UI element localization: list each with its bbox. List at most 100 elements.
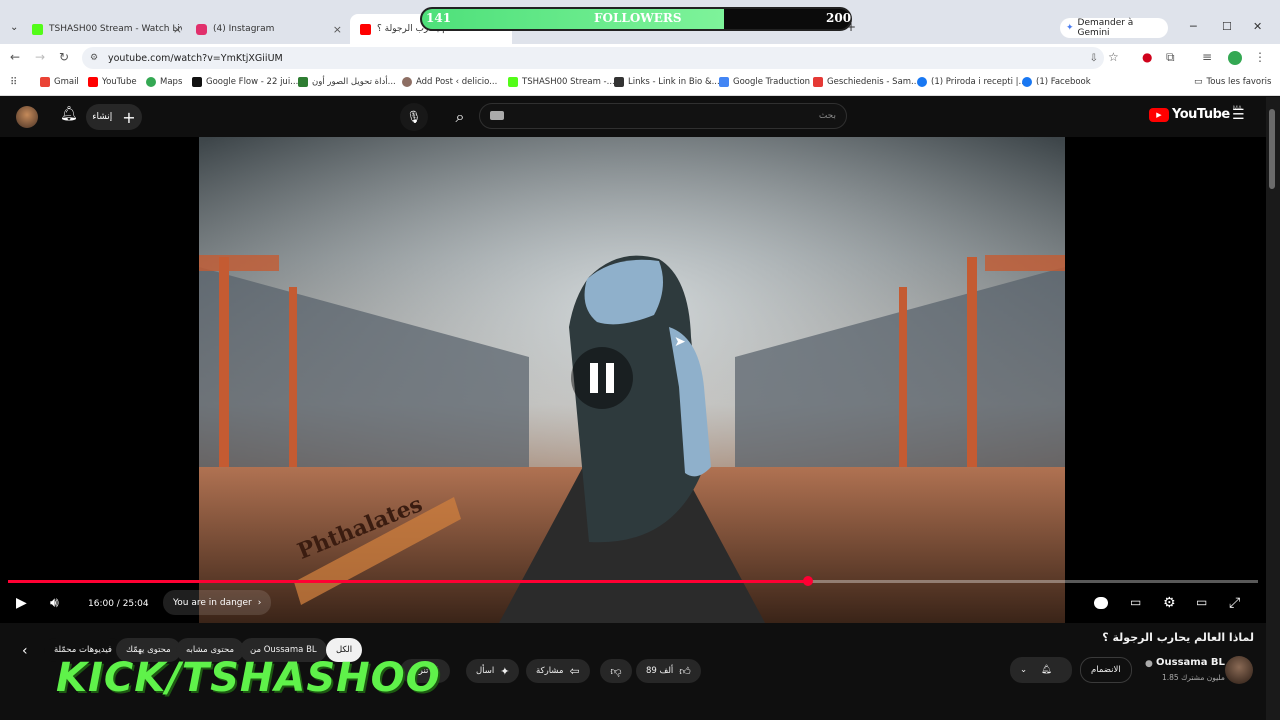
autoplay-toggle-icon[interactable] — [1094, 597, 1108, 609]
chevron-right-icon: › — [257, 597, 262, 608]
tab-kick-stream[interactable]: TSHASH00 Stream - Watch Live × — [32, 17, 182, 41]
tab-list-icon[interactable]: ⌄ — [10, 22, 18, 33]
bookmark-gmail[interactable]: Gmail — [40, 77, 79, 87]
bookmark-google-flow[interactable]: Google Flow - 22 jui... — [192, 77, 298, 87]
page-scrollbar[interactable] — [1266, 97, 1280, 720]
media-controls-icon[interactable]: ≡ — [1202, 50, 1212, 64]
all-bookmarks[interactable]: ▭ Tous les favoris — [1194, 77, 1271, 87]
sparkle-icon: ✦ — [500, 664, 510, 678]
close-tab-icon[interactable]: × — [173, 23, 182, 36]
play-icon[interactable]: ▶ — [16, 595, 27, 611]
facebook-icon — [917, 77, 927, 87]
volume-icon[interactable]: 🔊︎ — [50, 595, 59, 611]
close-tab-icon[interactable]: × — [333, 23, 342, 36]
search-input[interactable]: بحث — [479, 103, 847, 129]
bookmark-youtube[interactable]: YouTube — [88, 77, 137, 87]
subscriber-count: 1.85 مليون مشترك — [1162, 673, 1225, 682]
site-info-icon[interactable]: ⚙ — [90, 53, 98, 63]
chart-icon — [813, 77, 823, 87]
facebook-icon — [1022, 77, 1032, 87]
dislike-button[interactable]: 👎︎ — [600, 659, 632, 683]
settings-gear-icon[interactable]: ⚙ — [1163, 595, 1176, 611]
reload-icon[interactable]: ↻ — [59, 50, 69, 64]
minimize-icon[interactable]: ─ — [1190, 20, 1197, 33]
extensions-icon[interactable]: ⧉ — [1166, 50, 1175, 65]
profile-avatar[interactable] — [1228, 51, 1242, 65]
tab-title: TSHASH00 Stream - Watch Live — [49, 24, 182, 34]
mouse-cursor-icon: ➤ — [674, 334, 686, 350]
youtube-play-logo-icon: ▶ — [1149, 107, 1169, 122]
subscribe-dropdown[interactable]: ⌄ 🔔︎ — [1010, 657, 1072, 683]
opera-extension-icon[interactable]: ● — [1142, 50, 1152, 64]
share-button[interactable]: مشاركة ⇦ — [526, 659, 590, 683]
like-button[interactable]: 89 ألف 👍︎ — [636, 659, 701, 683]
gmail-icon — [40, 77, 50, 87]
tab-title: (4) Instagram — [213, 24, 275, 34]
back-icon[interactable]: ← — [10, 50, 20, 64]
bookmark-star-icon[interactable]: ☆ — [1108, 50, 1119, 64]
bell-icon: 🔔︎ — [1041, 665, 1052, 675]
apps-grid-icon[interactable]: ⠿ — [10, 77, 17, 88]
create-button[interactable]: إنشاء + — [86, 104, 142, 130]
ask-button[interactable]: اسأل ✦ — [466, 659, 520, 683]
theater-mode-icon[interactable]: ▭ — [1196, 595, 1207, 609]
maximize-icon[interactable]: ☐ — [1222, 20, 1232, 33]
search-placeholder: بحث — [818, 111, 836, 121]
chevron-down-icon: ⌄ — [1020, 665, 1028, 675]
tab-instagram[interactable]: (4) Instagram × — [196, 17, 342, 41]
url-input[interactable]: ⚙ youtube.com/watch?v=YmKtjXGiiUM ⇩ — [82, 47, 1104, 69]
address-bar-row: ← → ↻ ⚙ youtube.com/watch?v=YmKtjXGiiUM … — [0, 44, 1280, 72]
notifications-bell-icon[interactable]: 🔔︎ — [60, 106, 78, 122]
youtube-logo[interactable]: ▶ YouTube MA — [1149, 105, 1242, 122]
followers-goal: 200 — [826, 11, 852, 25]
gemini-sparkle-icon: ✦ — [1066, 23, 1074, 33]
progress-scrubber[interactable] — [803, 576, 813, 586]
voice-search-icon[interactable]: 🎙︎ — [400, 103, 428, 131]
search-icon[interactable]: ⌕ — [446, 103, 474, 131]
join-button[interactable]: الانضمام — [1080, 657, 1132, 683]
scrollbar-thumb[interactable] — [1269, 109, 1275, 189]
kick-favicon-icon — [32, 23, 43, 35]
bookmark-maps[interactable]: Maps — [146, 77, 182, 87]
kick-channel-overlay: KICK/TSHASHOO — [56, 655, 441, 701]
bookmark-image-tool[interactable]: أداة تحويل الصور أون... — [298, 77, 396, 87]
captions-icon[interactable]: ▭ — [1130, 595, 1141, 609]
forward-icon[interactable]: → — [35, 50, 45, 64]
thumbs-down-icon: 👎︎ — [610, 664, 622, 678]
bookmark-kick[interactable]: TSHASH00 Stream -... — [508, 77, 615, 87]
flow-icon — [192, 77, 202, 87]
youtube-icon — [88, 77, 98, 87]
followers-current: 141 — [426, 11, 452, 25]
bookmark-links[interactable]: Links - Link in Bio &... — [614, 77, 720, 87]
hamburger-menu-icon[interactable]: ☰ — [1232, 107, 1245, 123]
folder-icon: ▭ — [1194, 77, 1203, 87]
pause-overlay-icon[interactable] — [571, 347, 633, 409]
gemini-button[interactable]: ✦ Demander à Gemini — [1060, 18, 1168, 38]
bookmark-geschiedenis[interactable]: Geschiedenis - Sam... — [813, 77, 919, 87]
thumbs-up-icon: 👍︎ — [679, 664, 691, 678]
chapter-button[interactable]: You are in danger › — [163, 590, 272, 615]
followers-label: FOLLOWERS — [594, 11, 682, 25]
bookmark-add-post[interactable]: Add Post ‹ delicio... — [402, 77, 497, 87]
progress-bar[interactable] — [8, 576, 1258, 586]
bookmark-priroda[interactable]: (1) Priroda i recepti |... — [917, 77, 1027, 87]
video-title: لماذا العالم يحارب الرجولة ؟ — [1102, 631, 1254, 644]
bookmark-translate[interactable]: Google Traduction — [719, 77, 810, 87]
keyboard-icon[interactable] — [490, 111, 504, 120]
plus-icon: + — [122, 107, 136, 127]
install-icon[interactable]: ⇩ — [1090, 53, 1098, 64]
close-window-icon[interactable]: ✕ — [1253, 20, 1262, 33]
menu-icon[interactable]: ⋮ — [1254, 50, 1266, 64]
fullscreen-icon[interactable]: ⤢ — [1229, 595, 1240, 611]
channel-avatar[interactable] — [1225, 656, 1253, 684]
video-player[interactable]: Phthalates ➤ ▶ 🔊︎ 16:00 / 25:04 You are … — [0, 137, 1266, 623]
add-post-icon — [402, 77, 412, 87]
channel-name[interactable]: Oussama BL — [1156, 657, 1225, 668]
maps-pin-icon — [146, 77, 156, 87]
verified-icon: ● — [1145, 659, 1153, 669]
bookmark-facebook[interactable]: (1) Facebook — [1022, 77, 1091, 87]
chevron-left-icon[interactable]: ‹ — [22, 643, 28, 659]
user-avatar[interactable] — [16, 106, 38, 128]
youtube-favicon-icon — [360, 23, 371, 35]
share-arrow-icon: ⇦ — [569, 664, 580, 678]
